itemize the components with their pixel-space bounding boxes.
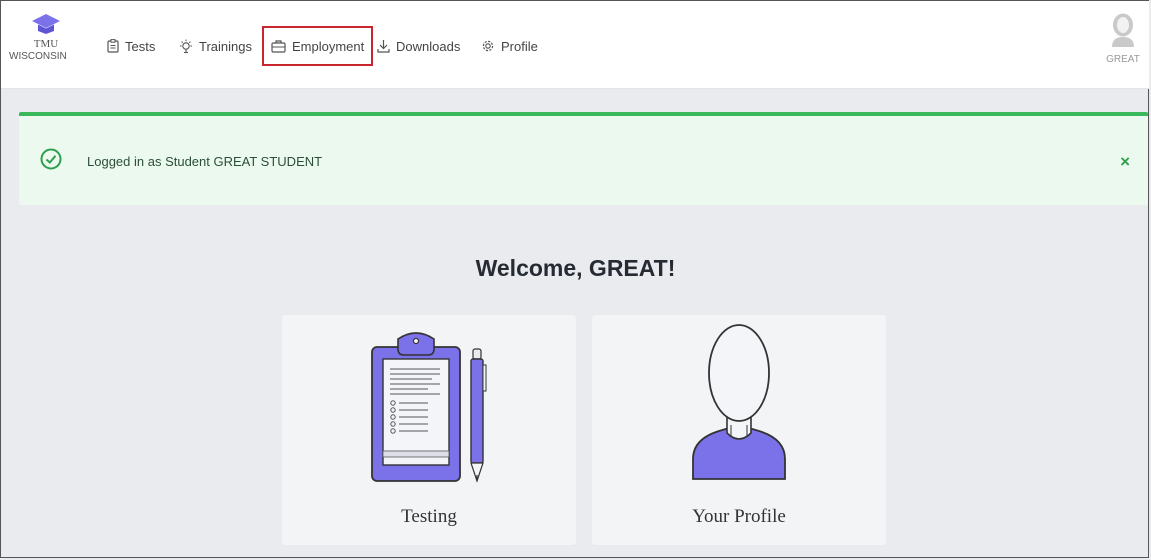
nav-profile[interactable]: Profile: [481, 35, 538, 57]
check-circle-icon: [40, 148, 62, 170]
nav-tests-label: Tests: [125, 38, 156, 54]
nav-trainings-label: Trainings: [199, 38, 252, 54]
nav-employment-label: Employment: [292, 38, 365, 54]
brand-state: WISCONSIN: [9, 51, 67, 62]
alert-message: Logged in as Student GREAT STUDENT: [87, 154, 323, 169]
briefcase-icon: [271, 40, 286, 53]
alert-close-button[interactable]: ×: [1120, 152, 1130, 172]
user-name: GREAT: [1106, 54, 1140, 65]
success-alert: Logged in as Student GREAT STUDENT ×: [19, 112, 1148, 205]
top-navbar: TMU WISCONSIN Tests Trainings Employment…: [1, 1, 1149, 89]
nav-profile-label: Profile: [501, 38, 538, 54]
clipboard-icon: [107, 39, 119, 53]
nav-trainings[interactable]: Trainings: [179, 35, 252, 57]
person-illustration-icon: [692, 324, 786, 480]
testing-card[interactable]: Testing: [282, 315, 576, 545]
download-icon: [377, 40, 390, 53]
lightbulb-icon: [180, 39, 192, 53]
brand-logo[interactable]: TMU WISCONSIN: [9, 13, 81, 83]
nav-tests[interactable]: Tests: [107, 35, 155, 57]
welcome-heading: Welcome, GREAT!: [475, 255, 676, 281]
nav-employment[interactable]: Employment: [262, 26, 374, 66]
avatar-icon: [1112, 13, 1134, 47]
graduation-cap-icon: [32, 14, 60, 34]
testing-card-label: Testing: [401, 506, 457, 527]
nav-downloads[interactable]: Downloads: [377, 35, 460, 57]
clipboard-illustration-icon: [371, 332, 487, 483]
profile-card-label: Your Profile: [692, 506, 786, 527]
brand-school: TMU: [33, 38, 59, 50]
gear-icon: [482, 40, 494, 52]
profile-card[interactable]: Your Profile: [592, 315, 886, 545]
user-menu[interactable]: GREAT: [1103, 13, 1143, 65]
nav-downloads-label: Downloads: [396, 38, 461, 54]
